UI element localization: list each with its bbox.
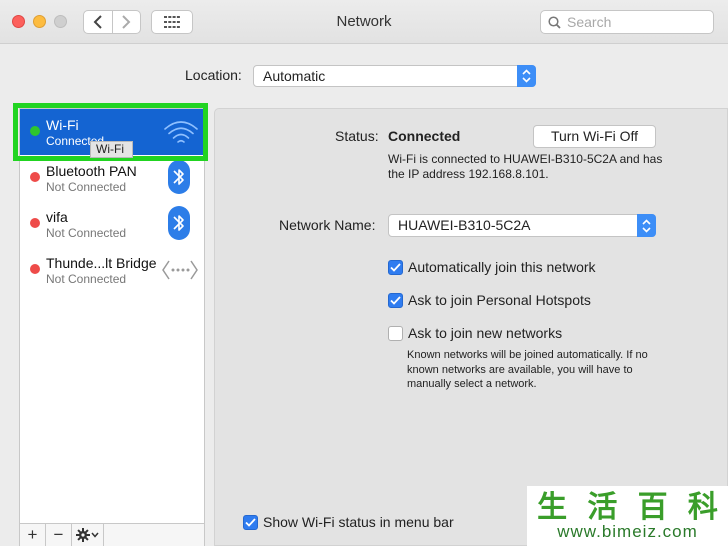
service-item-bluetooth-pan[interactable]: Bluetooth PAN Not Connected [20,155,204,201]
known-networks-note: Known networks will be joined automatica… [407,349,648,390]
location-label: Location: [185,67,242,83]
checkmark-icon [390,262,401,272]
chevron-up-down-icon [522,69,531,83]
new-networks-checkbox-row[interactable]: Ask to join new networks [388,325,562,341]
service-status: Not Connected [46,226,127,240]
search-input[interactable]: Search [540,10,714,34]
title-bar: Network Search [0,0,728,44]
network-name-select[interactable]: HUAWEI-B310-5C2A [388,214,656,237]
menu-bar-status-label: Show Wi-Fi status in menu bar [263,514,454,530]
personal-hotspots-checkbox[interactable] [388,292,403,308]
sidebar-footer: + − [20,523,204,546]
service-item-thunderbolt-bridge[interactable]: Thunde...lt Bridge Not Connected [20,247,204,293]
chevron-up-down-icon [642,218,651,233]
watermark-url: www.bimeiz.com [557,522,698,541]
search-placeholder: Search [567,14,612,30]
checkmark-icon [245,517,256,527]
network-name-dropdown-arrows [637,214,656,237]
personal-hotspots-checkbox-row[interactable]: Ask to join Personal Hotspots [388,292,591,308]
service-status: Not Connected [46,180,127,194]
network-name-value: HUAWEI-B310-5C2A [398,217,531,233]
watermark-char: 生 [537,490,568,525]
service-item-vifa[interactable]: vifa Not Connected [20,201,204,247]
location-dropdown-arrows [517,65,536,87]
status-value: Connected [388,128,461,144]
auto-join-checkbox[interactable] [388,259,403,275]
thunderbolt-bridge-icon [162,260,198,280]
action-menu-button[interactable] [72,524,104,546]
menu-bar-status-checkbox[interactable] [243,514,258,530]
auto-join-checkbox-row[interactable]: Automatically join this network [388,259,596,275]
tooltip: Wi-Fi [90,141,133,158]
network-services-list: Wi-Fi Connected Bluetooth PAN Not Connec… [19,108,205,546]
new-networks-checkbox[interactable] [388,325,403,341]
service-name: vifa [46,209,68,225]
search-icon [548,15,561,29]
watermark-char: 科 [687,490,718,525]
status-indicator [30,218,40,228]
personal-hotspots-label: Ask to join Personal Hotspots [408,292,591,308]
location-value: Automatic [263,68,326,84]
service-name: Bluetooth PAN [46,163,137,179]
status-indicator [30,264,40,274]
new-networks-label: Ask to join new networks [408,325,563,341]
watermark: 生 活 百 科 www.bimeiz.com [527,486,728,546]
bluetooth-icon [168,160,190,194]
gear-icon [75,528,99,542]
watermark-char: 百 [637,490,668,525]
watermark-char: 活 [587,490,618,525]
turn-wifi-off-button[interactable]: Turn Wi-Fi Off [533,125,656,148]
status-label: Status: [335,128,379,144]
bluetooth-icon [168,206,190,240]
location-select[interactable]: Automatic [253,65,536,87]
service-name: Thunde...lt Bridge [46,255,157,271]
add-service-button[interactable]: + [20,524,46,546]
status-description: Wi-Fi is connected to HUAWEI-B310-5C2A a… [388,152,663,181]
service-status: Not Connected [46,272,127,286]
watermark-characters: 生 活 百 科 [527,486,728,525]
menu-bar-status-row[interactable]: Show Wi-Fi status in menu bar [243,514,454,530]
remove-service-button[interactable]: − [46,524,72,546]
network-name-label: Network Name: [279,217,376,233]
checkmark-icon [390,295,401,305]
auto-join-label: Automatically join this network [408,259,596,275]
status-indicator [30,172,40,182]
